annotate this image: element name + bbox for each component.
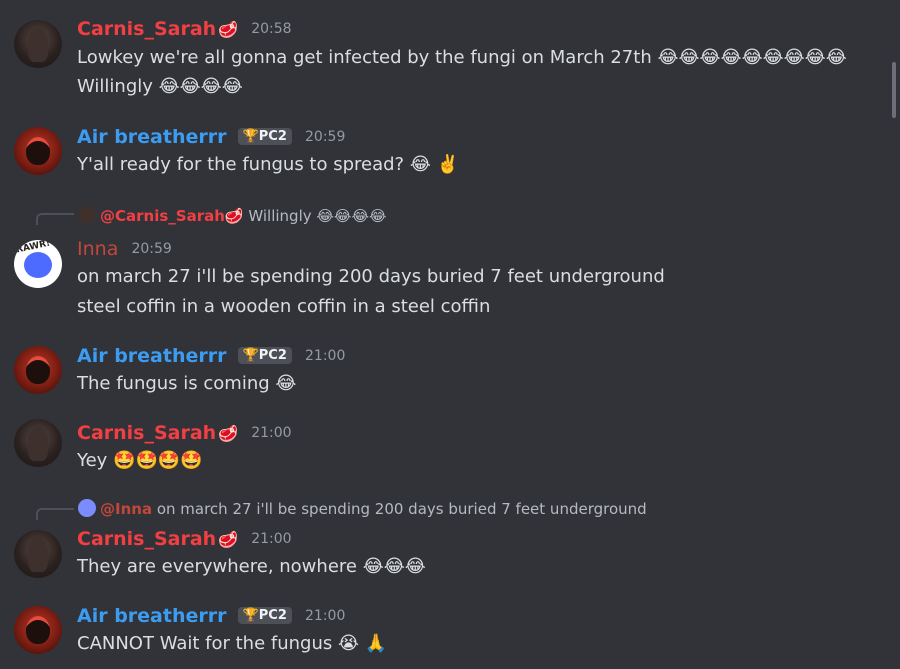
timestamp: 21:00 [305,608,346,624]
pc2-badge[interactable]: 🏆PC2 [237,128,292,145]
message-line: They are everywhere, nowhere 😂😂😂 [77,556,426,577]
reply-preview[interactable]: @Inna on march 27 i'll be spending 200 d… [78,499,647,518]
reply-avatar [78,499,96,517]
reply-text: on march 27 i'll be spending 200 days bu… [156,500,647,518]
meat-emoji-icon: 🥩 [218,20,239,39]
message-line: on march 27 i'll be spending 200 days bu… [77,266,665,287]
author-name[interactable]: Carnis_Sarah [77,422,216,444]
message-line: Lowkey we're all gonna get infected by t… [77,47,847,68]
avatar-face [24,252,52,278]
reply-author: @Carnis_Sarah [100,207,225,225]
message-line: The fungus is coming 😂 [77,373,297,394]
message-line: Y'all ready for the fungus to spread? 😂 … [77,154,459,175]
chat-message-list: Carnis_Sarah 🥩 20:58 Lowkey we're all gon… [0,0,900,669]
message-line: Yey 🤩🤩🤩🤩 [77,450,203,471]
message-line: Willingly 😂😂😂😂 [77,76,243,97]
author-name[interactable]: Carnis_Sarah [77,18,216,40]
author-name[interactable]: Air breatherrr [77,345,227,367]
reply-connector [36,508,74,520]
meat-emoji-icon: 🥩 [218,424,239,443]
message-line: CANNOT Wait for the fungus 😭 🙏 [77,633,388,654]
timestamp: 20:58 [251,21,292,37]
timestamp: 20:59 [131,241,172,257]
pc2-badge[interactable]: 🏆PC2 [237,347,292,364]
timestamp: 21:00 [251,531,292,547]
reply-avatar [78,206,96,224]
meat-emoji-icon: 🥩 [218,530,239,549]
timestamp: 21:00 [251,425,292,441]
author-name[interactable]: Inna [77,238,118,260]
author-name[interactable]: Air breatherrr [77,605,227,627]
avatar[interactable] [14,127,62,175]
scrollbar[interactable] [892,62,896,118]
reply-author: @Inna [100,500,153,518]
avatar[interactable] [14,419,62,467]
reply-text: Willingly 😂😂😂😂 [248,207,387,225]
avatar[interactable]: RAWR! [14,240,62,288]
avatar[interactable] [14,530,62,578]
author-name[interactable]: Air breatherrr [77,126,227,148]
avatar[interactable] [14,346,62,394]
author-name[interactable]: Carnis_Sarah [77,528,216,550]
reply-preview[interactable]: @Carnis_Sarah🥩 Willingly 😂😂😂😂 [78,206,387,225]
avatar[interactable] [14,20,62,68]
avatar[interactable] [14,606,62,654]
timestamp: 20:59 [305,129,346,145]
pc2-badge[interactable]: 🏆PC2 [237,607,292,624]
message-line: steel coffin in a wooden coffin in a ste… [77,296,491,317]
timestamp: 21:00 [305,348,346,364]
meat-emoji-icon: 🥩 [224,207,244,225]
reply-connector [36,213,74,225]
